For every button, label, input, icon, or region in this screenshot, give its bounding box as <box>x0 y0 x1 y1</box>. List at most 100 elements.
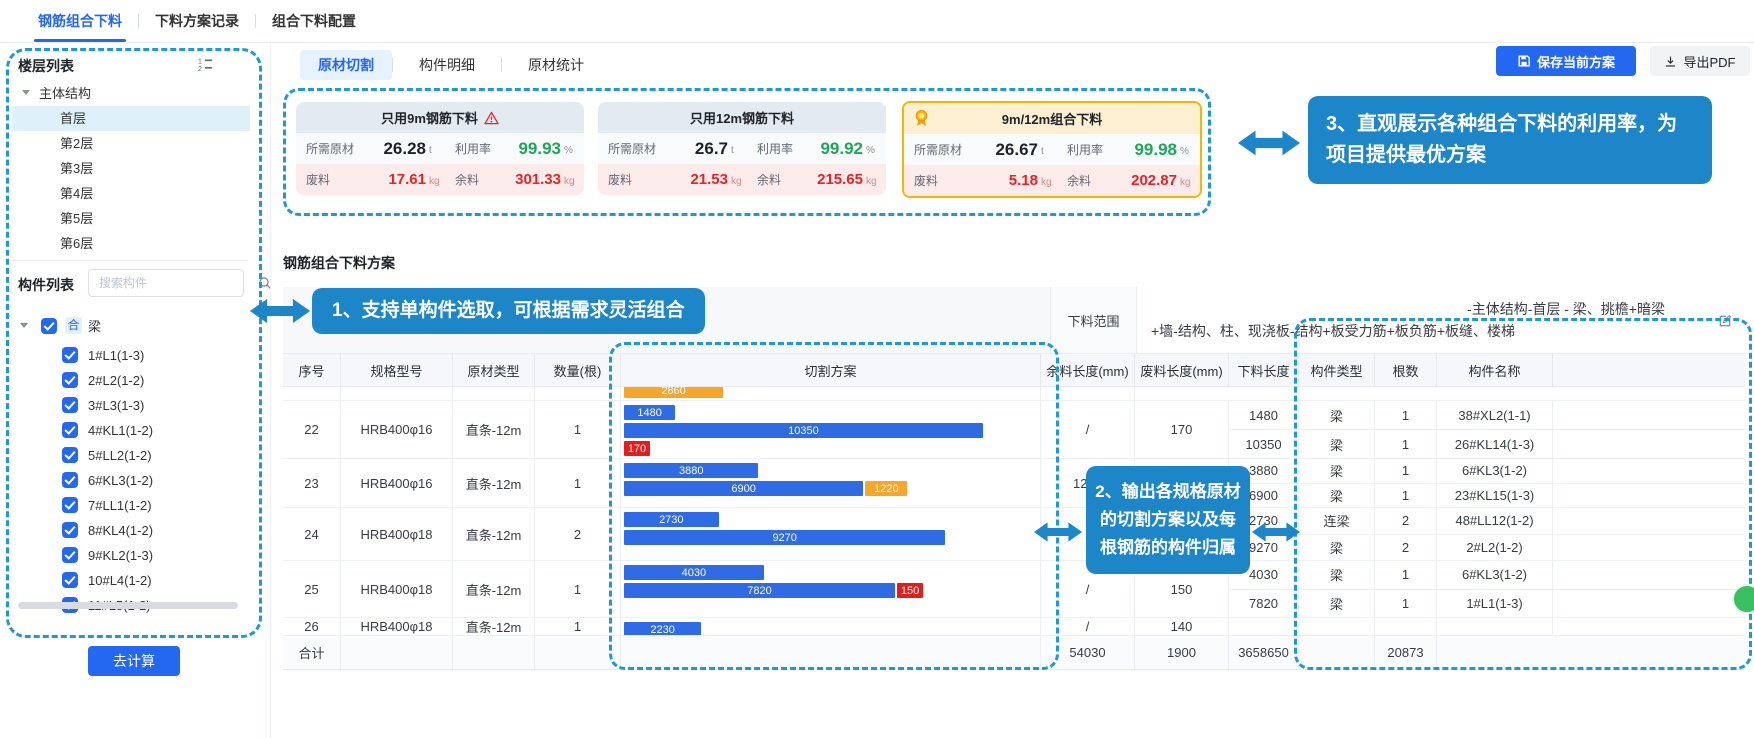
rate-value: 99.93 <box>503 139 561 159</box>
total-cell <box>1553 636 1745 669</box>
cell-filler <box>1553 508 1745 534</box>
search-input[interactable] <box>89 276 258 290</box>
cell-root-count: 1 <box>1375 561 1437 589</box>
component-item[interactable]: 10#L4(1-2) <box>62 570 152 590</box>
medal-icon <box>914 109 929 131</box>
cell-details: 2730连梁248#LL12(1-2)9270梁22#L2(1-2) <box>1229 508 1745 560</box>
range-line1: -主体结构-首层 - 梁、挑檐+暗梁 <box>1143 298 1699 320</box>
floor-item[interactable]: 首层 <box>12 106 250 131</box>
rate-value: 99.92 <box>805 139 863 159</box>
main-tab-1[interactable]: 原材切割 <box>300 50 392 80</box>
save-icon <box>1517 54 1531 68</box>
cut-bar: 6900 <box>624 481 863 496</box>
plan-card-title: 只用12m钢筋下料 <box>598 102 886 133</box>
checkbox-icon[interactable] <box>62 447 78 463</box>
floor-item[interactable]: 第3层 <box>12 156 250 181</box>
rate-unit: % <box>561 141 584 156</box>
plan-card-title: 只用9m钢筋下料 <box>296 102 584 133</box>
group-label: 梁 <box>88 316 101 335</box>
floor-item[interactable]: 第2层 <box>12 131 250 156</box>
table-row: 26HRB400φ18直条-12m12230/140 <box>283 618 1745 636</box>
cutting-diagram: 148010350170 <box>621 401 1041 458</box>
component-item[interactable]: 6#KL3(1-2) <box>62 470 153 490</box>
cell-spec: HRB400φ16 <box>341 459 453 507</box>
floor-item[interactable]: 第5层 <box>12 206 250 231</box>
top-tab-2[interactable]: 下料方案记录 <box>139 0 255 42</box>
component-item[interactable]: 5#LL2(1-2) <box>62 445 152 465</box>
checkbox-icon[interactable] <box>62 372 78 388</box>
save-plan-button[interactable]: 保存当前方案 <box>1496 46 1636 76</box>
checkbox-icon[interactable] <box>62 497 78 513</box>
component-item[interactable]: 1#L1(1-3) <box>62 345 144 365</box>
rate-unit: % <box>1177 142 1200 157</box>
checkbox-icon[interactable] <box>62 347 78 363</box>
waste-label: 废料 <box>296 171 368 188</box>
surplus-value: 301.33 <box>503 171 561 188</box>
material-label: 所需原材 <box>296 140 368 157</box>
total-cell <box>621 636 1041 669</box>
detail-subrow: 6900梁123#KL15(1-3) <box>1229 484 1745 508</box>
horizontal-scrollbar[interactable] <box>18 602 238 609</box>
component-item[interactable]: 9#KL2(1-3) <box>62 545 153 565</box>
rate-label: 利用率 <box>751 140 805 157</box>
component-item[interactable]: 2#L2(1-2) <box>62 370 144 390</box>
cut-bar: 2230 <box>624 622 701 635</box>
plan-card-1[interactable]: 只用9m钢筋下料所需原材26.28t利用率99.93%废料17.61kg余料30… <box>296 102 584 195</box>
component-item[interactable]: 4#KL1(1-2) <box>62 420 153 440</box>
plan-card-3[interactable]: 9m/12m组合下料所需原材26.67t利用率99.98%废料5.18kg余料2… <box>902 101 1202 198</box>
floor-item[interactable]: 第4层 <box>12 181 250 206</box>
range-text: -主体结构-首层 - 梁、挑檐+暗梁 +墙-结构、柱、现浇板-结构+板受力筋+板… <box>1137 287 1705 353</box>
sidebar: 楼层列表 12 主体结构 首层第2层第3层第4层第5层第6层 构件列表 合 梁 … <box>0 42 270 738</box>
caret-down-icon <box>20 323 28 328</box>
checkbox-icon[interactable] <box>62 397 78 413</box>
top-tab-3[interactable]: 组合下料配置 <box>256 0 372 42</box>
component-label: 6#KL3(1-2) <box>88 473 153 488</box>
main-tab-3[interactable]: 原材统计 <box>502 50 610 80</box>
plan-card-2[interactable]: 只用12m钢筋下料所需原材26.7t利用率99.92%废料21.53kg余料21… <box>598 102 886 195</box>
checkbox-icon[interactable] <box>62 572 78 588</box>
edit-icon[interactable] <box>1705 287 1745 353</box>
cell-details: 4030梁16#KL3(1-2)7820梁11#L1(1-3) <box>1229 561 1745 617</box>
checkbox-icon[interactable] <box>62 472 78 488</box>
save-label: 保存当前方案 <box>1537 52 1615 71</box>
tree-node-structure[interactable]: 主体结构 <box>22 83 91 102</box>
cell-serial: 23 <box>283 459 341 507</box>
cell-component-name: 26#KL14(1-3) <box>1437 430 1553 458</box>
cell-spec: HRB400φ18 <box>341 508 453 560</box>
checkbox-icon[interactable] <box>41 318 57 334</box>
checkbox-icon[interactable] <box>62 422 78 438</box>
sort-icon[interactable]: 12 <box>198 57 213 77</box>
cell-filler <box>1553 590 1745 618</box>
cell-component-name <box>1437 618 1553 635</box>
top-tab-1[interactable]: 钢筋组合下料 <box>22 0 138 42</box>
range-label: 下料范围 <box>1051 287 1137 353</box>
cell-spec: HRB400φ18 <box>341 561 453 617</box>
search-icon[interactable] <box>258 276 280 290</box>
cell-root-count: 1 <box>1375 459 1437 483</box>
cell-component-name: 38#XL2(1-1) <box>1437 401 1553 429</box>
component-item[interactable]: 7#LL1(1-2) <box>62 495 152 515</box>
component-item[interactable]: 3#L3(1-3) <box>62 395 144 415</box>
double-arrow-icon <box>1034 518 1082 546</box>
cell-cut-length: 1480 <box>1229 401 1299 429</box>
surplus-unit: kg <box>561 172 584 187</box>
checkbox-icon[interactable] <box>62 522 78 538</box>
column-header: 切割方案 <box>621 354 1041 386</box>
table-row: 23HRB400φ16直条-12m13880690012201220/3880梁… <box>283 459 1745 508</box>
cell-filler <box>1553 459 1745 483</box>
cell-material-type: 直条-12m <box>453 401 535 458</box>
table-row: 24HRB400φ18直条-12m227309270//2730连梁248#LL… <box>283 508 1745 561</box>
checkbox-icon[interactable] <box>62 547 78 563</box>
main-tab-2[interactable]: 构件明细 <box>393 50 501 80</box>
tree-node-beam-group[interactable]: 合 梁 <box>20 316 101 335</box>
calculate-button[interactable]: 去计算 <box>88 646 180 676</box>
avatar[interactable] <box>1732 584 1754 614</box>
component-item[interactable]: 8#KL4(1-2) <box>62 520 153 540</box>
column-header: 下料长度 <box>1229 354 1299 386</box>
cell-filler <box>1553 618 1745 635</box>
table-row: 25HRB400φ18直条-12m140307820150/1504030梁16… <box>283 561 1745 618</box>
export-pdf-button[interactable]: 导出PDF <box>1650 46 1750 76</box>
cell-material-type: 直条-12m <box>453 618 535 635</box>
floor-item[interactable]: 第6层 <box>12 231 250 256</box>
cell-surplus-length: / <box>1041 401 1135 458</box>
